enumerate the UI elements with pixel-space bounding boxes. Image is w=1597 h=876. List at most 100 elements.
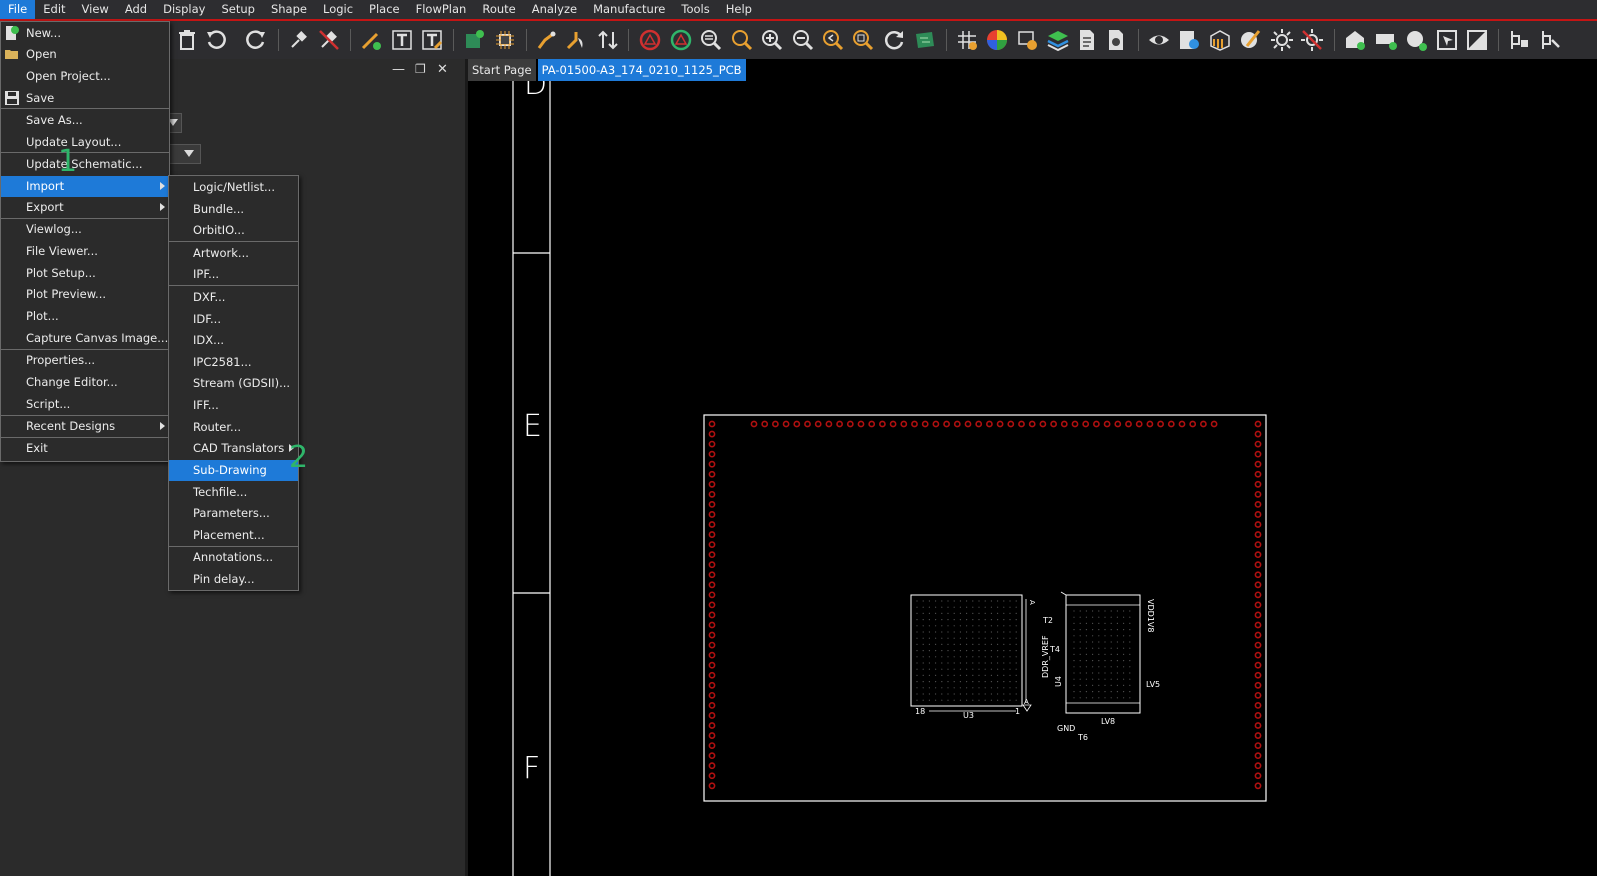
board-icon[interactable] xyxy=(912,27,938,53)
file-menu-item-import[interactable]: Import xyxy=(1,176,169,197)
file-menu-item-file-viewer[interactable]: File Viewer... xyxy=(1,241,169,262)
light-icon[interactable] xyxy=(1269,27,1295,53)
swap-icon[interactable] xyxy=(595,27,621,53)
zoom-out-icon[interactable] xyxy=(790,27,816,53)
zoom-fit-icon[interactable] xyxy=(698,27,724,53)
import-item-ipc2581[interactable]: IPC2581... xyxy=(169,352,298,373)
tab-1[interactable]: PA-01500-A3_174_0210_1125_PCB xyxy=(537,59,746,81)
import-item-stream-gdsii[interactable]: Stream (GDSII)... xyxy=(169,373,298,394)
import-item-placement[interactable]: Placement... xyxy=(169,525,298,546)
highlight-off-icon[interactable] xyxy=(1299,27,1325,53)
file-menu-item-viewlog[interactable]: Viewlog... xyxy=(1,219,169,240)
panel-dropdown-1[interactable] xyxy=(168,113,182,133)
select-icon[interactable] xyxy=(1434,27,1460,53)
settings-icon[interactable] xyxy=(1103,27,1129,53)
menu-display[interactable]: Display xyxy=(155,0,213,19)
close-icon[interactable]: ✕ xyxy=(437,62,448,77)
zoom-in-icon[interactable] xyxy=(759,27,785,53)
file-menu-item-plot-setup[interactable]: Plot Setup... xyxy=(1,263,169,284)
paint-icon[interactable] xyxy=(1238,27,1264,53)
snap-icon[interactable] xyxy=(1506,27,1532,53)
file-menu-item-open[interactable]: Open xyxy=(1,44,169,65)
menu-flowplan[interactable]: FlowPlan xyxy=(408,0,475,19)
grid-icon[interactable] xyxy=(954,27,980,53)
import-item-pin-delay[interactable]: Pin delay... xyxy=(169,569,298,590)
import-item-idx[interactable]: IDX... xyxy=(169,330,298,351)
file-menu-item-recent-designs[interactable]: Recent Designs xyxy=(1,416,169,437)
file-menu-item-save-as[interactable]: Save As... xyxy=(1,110,169,131)
redo-icon[interactable] xyxy=(243,27,269,53)
import-item-router[interactable]: Router... xyxy=(169,417,298,438)
file-menu-item-capture-canvas-image[interactable]: Capture Canvas Image... xyxy=(1,328,169,349)
info-icon[interactable] xyxy=(1176,27,1202,53)
file-menu-item-export[interactable]: Export xyxy=(1,197,169,218)
import-item-parameters[interactable]: Parameters... xyxy=(169,503,298,524)
menu-file[interactable]: File xyxy=(0,0,36,19)
menu-route[interactable]: Route xyxy=(474,0,523,19)
restore-icon[interactable]: ❐ xyxy=(415,62,426,76)
slide-icon[interactable] xyxy=(563,27,589,53)
file-menu-item-plot-preview[interactable]: Plot Preview... xyxy=(1,284,169,305)
menu-place[interactable]: Place xyxy=(361,0,408,19)
import-item-bundle[interactable]: Bundle... xyxy=(169,199,298,220)
edit-text-icon[interactable] xyxy=(419,27,445,53)
pin-icon[interactable] xyxy=(286,27,312,53)
undo-icon[interactable] xyxy=(203,27,229,53)
menu-manufacture[interactable]: Manufacture xyxy=(585,0,673,19)
file-menu-item-new[interactable]: New... xyxy=(1,23,169,44)
visibility-icon[interactable] xyxy=(1146,27,1172,53)
menu-tools[interactable]: Tools xyxy=(673,0,717,19)
connect-icon[interactable] xyxy=(534,27,560,53)
file-menu-item-update-layout[interactable]: Update Layout... xyxy=(1,132,169,153)
add-shape-icon[interactable] xyxy=(1342,27,1368,53)
chip-icon[interactable] xyxy=(492,27,518,53)
menu-shape[interactable]: Shape xyxy=(263,0,315,19)
menu-view[interactable]: View xyxy=(74,0,117,19)
import-item-iff[interactable]: IFF... xyxy=(169,395,298,416)
tab-0[interactable]: Start Page xyxy=(468,59,536,81)
pcb-canvas[interactable]: D E F U3 18 1 A A DDR_VREF T2 T4 U4 VDD1… xyxy=(468,67,1597,876)
delete-icon[interactable] xyxy=(174,27,200,53)
menu-analyze[interactable]: Analyze xyxy=(524,0,585,19)
import-item-artwork[interactable]: Artwork... xyxy=(169,243,298,264)
menu-add[interactable]: Add xyxy=(117,0,155,19)
add-line-icon[interactable] xyxy=(358,27,384,53)
redraw-icon[interactable] xyxy=(881,27,907,53)
pin-tool-icon[interactable] xyxy=(1537,27,1563,53)
add-text-icon[interactable] xyxy=(389,27,415,53)
layers-icon[interactable] xyxy=(1045,27,1071,53)
zoom-previous-icon[interactable] xyxy=(820,27,846,53)
file-menu-item-exit[interactable]: Exit xyxy=(1,438,169,459)
zoom-world-icon[interactable] xyxy=(729,27,755,53)
panel-dropdown-2[interactable] xyxy=(168,144,201,164)
file-menu-item-save[interactable]: Save xyxy=(1,88,169,109)
menu-setup[interactable]: Setup xyxy=(213,0,262,19)
menu-edit[interactable]: Edit xyxy=(35,0,73,19)
shadow-icon[interactable] xyxy=(1015,27,1041,53)
zoom-selection-icon[interactable] xyxy=(850,27,876,53)
menu-help[interactable]: Help xyxy=(718,0,760,19)
file-menu-item-plot[interactable]: Plot... xyxy=(1,306,169,327)
file-menu-item-script[interactable]: Script... xyxy=(1,394,169,415)
import-item-dxf[interactable]: DXF... xyxy=(169,287,298,308)
import-item-cad-translators[interactable]: CAD Translators xyxy=(169,438,298,459)
rectangle-icon[interactable] xyxy=(1373,27,1399,53)
file-menu-item-update-schematic[interactable]: Update Schematic... xyxy=(1,154,169,175)
import-item-idf[interactable]: IDF... xyxy=(169,309,298,330)
color-icon[interactable] xyxy=(984,27,1010,53)
import-item-techfile[interactable]: Techfile... xyxy=(169,482,298,503)
edit-shape-icon[interactable] xyxy=(1464,27,1490,53)
file-menu-item-open-project[interactable]: Open Project... xyxy=(1,66,169,87)
place-component-icon[interactable] xyxy=(461,27,487,53)
import-item-sub-drawing[interactable]: Sub-Drawing xyxy=(169,460,298,481)
file-menu-item-properties[interactable]: Properties... xyxy=(1,350,169,371)
file-menu-item-change-editor[interactable]: Change Editor... xyxy=(1,372,169,393)
report-icon[interactable] xyxy=(1074,27,1100,53)
import-item-ipf[interactable]: IPF... xyxy=(169,264,298,285)
drc-update-icon[interactable] xyxy=(668,27,694,53)
import-item-orbitio[interactable]: OrbitIO... xyxy=(169,220,298,241)
minimize-icon[interactable]: — xyxy=(392,62,405,77)
3d-view-icon[interactable] xyxy=(1207,27,1233,53)
unpin-icon[interactable] xyxy=(316,27,342,53)
menu-logic[interactable]: Logic xyxy=(315,0,361,19)
